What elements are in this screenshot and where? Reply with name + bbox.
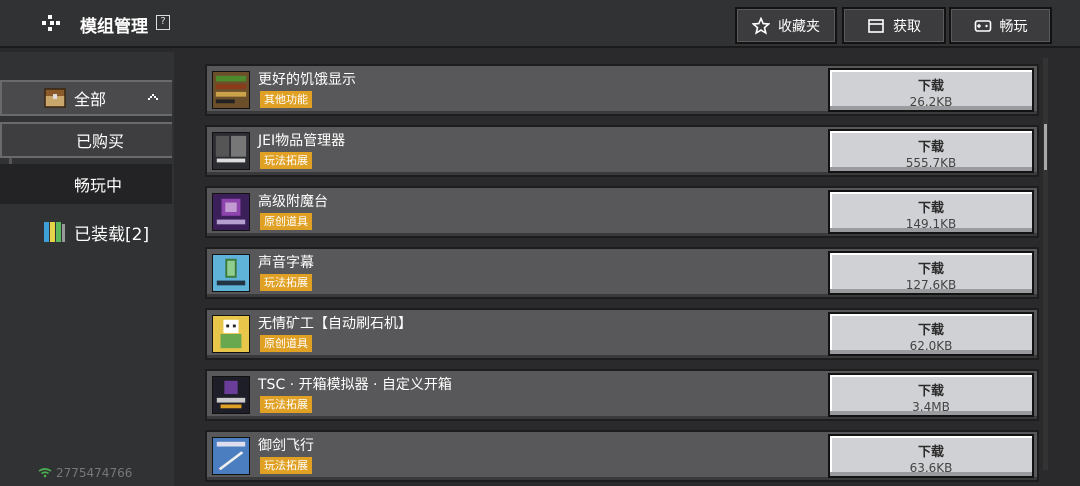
scrollbar-track[interactable] [1043,58,1048,470]
sidebar-item-bought[interactable]: 已购买 [0,122,172,158]
download-label: 下载 [917,445,944,460]
mod-category-badge: 玩法拓展 [260,457,312,474]
mod-category-badge: 玩法拓展 [260,274,312,291]
wifi-icon [38,468,52,478]
play-label: 畅玩 [999,18,1028,35]
download-label: 下载 [917,323,944,338]
file-size: 62.0KB [909,339,953,353]
download-button[interactable]: 下载 555.7KB [828,129,1034,173]
download-button[interactable]: 下载 149.1KB [828,190,1034,234]
mod-title: 更好的饥饿显示 [258,72,356,88]
books-icon [44,222,65,242]
user-id: 2775474766 [38,466,132,480]
sidebar-item-label: 已购买 [76,132,125,151]
favorites-button[interactable]: 收藏夹 [735,7,837,44]
list-item[interactable]: 无情矿工【自动刷石机】 原创道具 下载 62.0KB [205,308,1039,360]
get-label: 获取 [893,18,921,35]
play-button[interactable]: 畅玩 [949,7,1052,44]
back-icon[interactable] [38,12,64,34]
file-size: 26.2KB [909,95,953,109]
help-icon[interactable]: ? [156,15,170,30]
mod-list[interactable]: 更好的饥饿显示 其他功能 下载 26.2KB JEI物品管理器 玩法拓展 下载 … [200,52,1052,486]
file-size: 127.6KB [905,278,957,292]
mod-thumbnail [212,315,250,353]
download-label: 下载 [917,140,944,155]
chest-icon [44,88,66,108]
mod-thumbnail [212,254,250,292]
get-button[interactable]: 获取 [842,7,946,44]
chest-icon [868,18,884,33]
sidebar: 全部 已购买 畅玩中 已装载[2] [0,52,174,486]
star-icon [752,16,770,35]
mod-thumbnail [212,193,250,231]
download-label: 下载 [917,262,944,277]
mod-category-badge: 其他功能 [260,91,312,108]
list-item[interactable]: 声音字幕 玩法拓展 下载 127.6KB [205,247,1039,299]
favorites-label: 收藏夹 [778,18,820,35]
sidebar-item-label: 全部 [74,90,107,109]
sidebar-item-all[interactable]: 全部 [0,80,172,116]
sidebar-item-playing[interactable]: 畅玩中 [0,164,172,204]
gamepad-icon [974,19,991,32]
header-bar: 模组管理 ? 收藏夹 获取 畅玩 [0,0,1080,48]
mod-thumbnail [212,132,250,170]
download-button[interactable]: 下载 63.6KB [828,434,1034,478]
mod-category-badge: 原创道具 [260,213,312,230]
chevron-up-icon [148,94,158,100]
mod-category-badge: 玩法拓展 [260,396,312,413]
mod-title: 声音字幕 [258,255,314,271]
mod-thumbnail [212,71,250,109]
mod-title: 高级附魔台 [258,194,328,210]
download-button[interactable]: 下载 3.4MB [828,373,1034,417]
mod-thumbnail [212,376,250,414]
mod-title: JEI物品管理器 [258,133,346,149]
download-button[interactable]: 下载 26.2KB [828,68,1034,112]
download-label: 下载 [917,201,944,216]
mod-title: 无情矿工【自动刷石机】 [258,316,412,332]
mod-thumbnail [212,437,250,475]
sidebar-item-label: 已装载[2] [74,224,150,245]
sidebar-item-installed[interactable]: 已装载[2] [0,214,172,250]
mod-title: TSC · 开箱模拟器 · 自定义开箱 [258,377,452,393]
list-item[interactable]: 御剑飞行 玩法拓展 下载 63.6KB [205,430,1039,482]
download-button[interactable]: 下载 62.0KB [828,312,1034,356]
download-label: 下载 [917,384,944,399]
page-title: 模组管理 [80,17,148,37]
list-item[interactable]: 高级附魔台 原创道具 下载 149.1KB [205,186,1039,238]
file-size: 63.6KB [909,461,953,475]
scrollbar-thumb[interactable] [1044,124,1047,170]
download-label: 下载 [917,79,944,94]
mod-title: 御剑飞行 [258,438,314,454]
mod-category-badge: 玩法拓展 [260,152,312,169]
list-item[interactable]: TSC · 开箱模拟器 · 自定义开箱 玩法拓展 下载 3.4MB [205,369,1039,421]
user-id-text: 2775474766 [56,466,133,480]
file-size: 149.1KB [905,217,957,231]
download-button[interactable]: 下载 127.6KB [828,251,1034,295]
list-item[interactable]: JEI物品管理器 玩法拓展 下载 555.7KB [205,125,1039,177]
file-size: 555.7KB [905,156,957,170]
file-size: 3.4MB [912,400,950,414]
sidebar-item-label: 畅玩中 [74,176,123,195]
list-item[interactable]: 更好的饥饿显示 其他功能 下载 26.2KB [205,64,1039,116]
mod-category-badge: 原创道具 [260,335,312,352]
